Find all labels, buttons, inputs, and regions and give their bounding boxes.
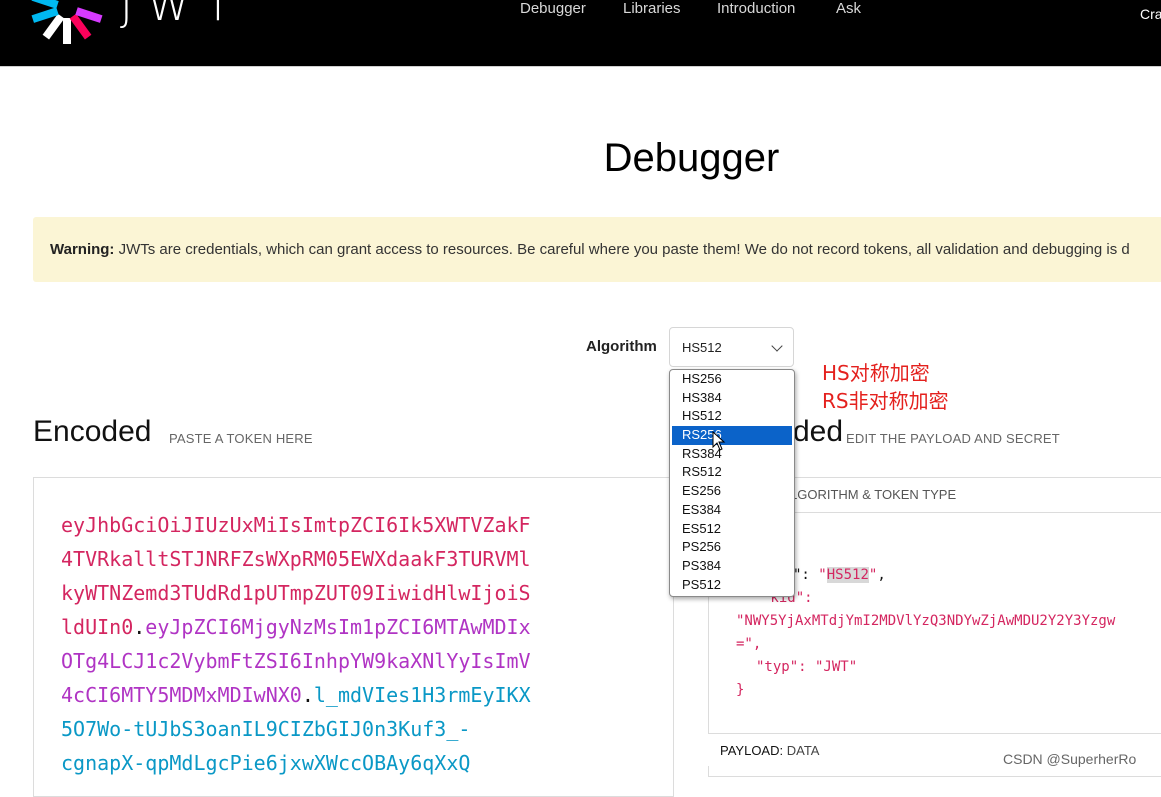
header-json-close: } [736, 682, 745, 698]
algorithm-option[interactable]: HS256 [670, 370, 794, 389]
token-segment: ldUIn0 [61, 615, 134, 639]
algorithm-option[interactable]: PS256 [670, 538, 794, 557]
nav-debugger[interactable]: Debugger [520, 0, 586, 18]
annotation-rs: RS非对称加密 [822, 389, 949, 413]
warning-text: Warning: JWTs are credentials, which can… [50, 241, 1130, 258]
algorithm-option[interactable]: HS384 [670, 389, 794, 408]
token-segment: . [133, 615, 146, 639]
nav-introduction[interactable]: Introduction [717, 0, 795, 18]
token-line: 4cCI6MTY5MDMxMDIwNX0.l_mdVIes1H3rmEyIKX [61, 678, 601, 712]
alg-value: HS512 [826, 567, 869, 583]
decoded-heading: ded [793, 415, 844, 448]
token-line: ldUIn0.eyJpZCI6MjgyNzMsIm1pZCI6MTAwMDIx [61, 610, 601, 644]
algorithm-option[interactable]: ES256 [670, 482, 794, 501]
brand-wordmark[interactable]: JWT [120, 0, 245, 31]
payload-type: DATA [786, 743, 820, 758]
mouse-cursor-icon [712, 431, 726, 451]
decoded-subheading: EDIT THE PAYLOAD AND SECRET [846, 431, 1060, 446]
token-segment: eyJpZCI6MjgyNzMsIm1pZCI6MTAwMDIx [145, 615, 531, 639]
algorithm-option[interactable]: PS384 [670, 557, 794, 576]
algorithm-option[interactable]: HS512 [670, 407, 794, 426]
algorithm-selected-value: HS512 [682, 340, 722, 355]
warning-label: Warning: [50, 241, 115, 258]
json-punct: ": [793, 567, 819, 583]
algorithm-option[interactable]: ES384 [670, 501, 794, 520]
token-segment: l_mdVIes1H3rmEyIKX [313, 683, 531, 707]
watermark-text: CSDN @SuperherRo [1003, 751, 1137, 767]
nav-libraries[interactable]: Libraries [623, 0, 681, 18]
algorithm-option[interactable]: RS384 [670, 445, 794, 464]
page-title: Debugger [603, 136, 780, 180]
token-segment: eyJhbGciOiJIUzUxMiIsImtpZCI6Ik5XWTVZakF [61, 513, 531, 537]
algorithm-option-highlighted[interactable]: RS256 [672, 426, 792, 445]
algorithm-option[interactable]: ES512 [670, 520, 794, 539]
token-line: kyWTNZemd3TUdRd1pUTmpZUT09IiwidHlwIjoiS [61, 576, 601, 610]
payload-label: PAYLOAD: [720, 743, 784, 758]
token-line: eyJhbGciOiJIUzUxMiIsImtpZCI6Ik5XWTVZakF [61, 508, 601, 542]
encoded-heading: Encoded [33, 415, 152, 448]
nav-ask[interactable]: Ask [836, 0, 861, 18]
token-line: 4TVRkalltSTJNRFZsWXpRM05EWXdaakF3TURVMl [61, 542, 601, 576]
chevron-down-icon [771, 340, 783, 352]
top-navbar: JWT Debugger Libraries Introduction Ask … [0, 0, 1161, 66]
token-segment: 4cCI6MTY5MDMxMDIwNX0 [61, 683, 302, 707]
algorithm-dropdown-list[interactable]: HS256 HS384 HS512 RS256 RS384 RS512 ES25… [669, 369, 795, 597]
header-json-kid-end[interactable]: =", [736, 633, 761, 656]
token-line: 5O7Wo-tUJbS3oanIL9CIZbGIJ0n3Kuf3_- [61, 712, 601, 746]
payload-section-label: PAYLOAD: DATA [720, 743, 819, 758]
header-section-label: LGORITHM & TOKEN TYPE [790, 487, 957, 502]
token-segment: OTg4LCJ1c2VybmFtZSI6InhpYW9kaXNlYyIsImV [61, 649, 531, 673]
navbar-divider [0, 66, 1161, 67]
header-json-typ[interactable]: "typ": "JWT" [756, 656, 857, 679]
warning-message: JWTs are credentials, which can grant ac… [118, 241, 1130, 258]
token-line: cgnapX-qpMdLgcPie6jxwXWccOBAy6qXxQ [61, 746, 601, 780]
token-segment: kyWTNZemd3TUdRd1pUTmpZUT09IiwidHlwIjoiS [61, 581, 531, 605]
algorithm-option[interactable]: PS512 [670, 576, 794, 595]
token-segment: 5O7Wo-tUJbS3oanIL9CIZbGIJ0n3Kuf3_- [61, 717, 471, 741]
token-segment: 4TVRkalltSTJNRFZsWXpRM05EWXdaakF3TURVMl [61, 547, 531, 571]
encoded-token-text[interactable]: eyJhbGciOiJIUzUxMiIsImtpZCI6Ik5XWTVZakF 4… [61, 508, 601, 780]
warning-banner: Warning: JWTs are credentials, which can… [33, 217, 1161, 282]
algorithm-select[interactable]: HS512 [669, 327, 794, 367]
algorithm-label: Algorithm [586, 338, 657, 355]
header-json-alg[interactable]: ": "HS512", [793, 564, 886, 587]
header-json-kid-value[interactable]: "NWY5YjAxMTdjYmI2MDVlYzQ3NDYwZjAwMDU2Y2Y… [736, 610, 1115, 633]
nav-right-link[interactable]: Cra [1140, 6, 1161, 22]
encoded-subheading: PASTE A TOKEN HERE [169, 431, 313, 446]
token-line: OTg4LCJ1c2VybmFtZSI6InhpYW9kaXNlYyIsImV [61, 644, 601, 678]
token-segment: . [301, 683, 314, 707]
jwt-logo-icon[interactable] [30, 0, 104, 44]
token-segment: cgnapX-qpMdLgcPie6jxwXWccOBAy6qXxQ [61, 751, 471, 775]
annotation-hs: HS对称加密 [822, 361, 930, 385]
algorithm-option[interactable]: RS512 [670, 463, 794, 482]
